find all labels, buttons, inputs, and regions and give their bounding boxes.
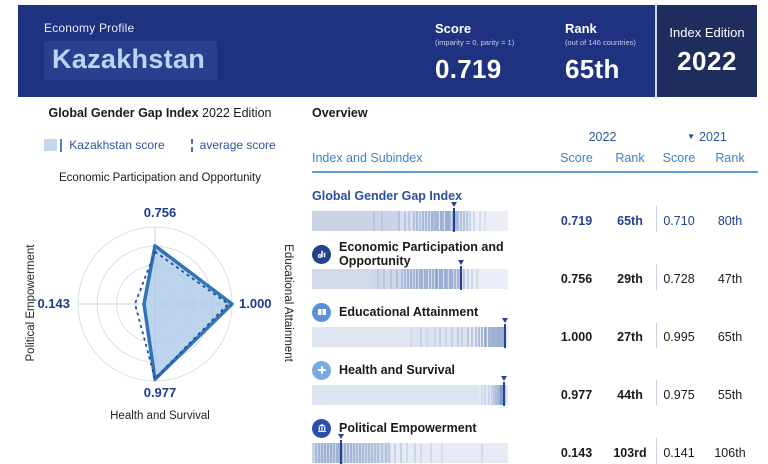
index-edition-box: Index Edition 2022 (655, 5, 757, 97)
year-header-row: 2022 ▼2021 (312, 130, 758, 144)
radar-axis-title-bottom: Health and Survival (20, 410, 300, 422)
column-header-score-2022: Score (549, 151, 604, 165)
sort-triangle-icon[interactable]: ▼ (687, 132, 695, 141)
rank-cell-2022: 29th (604, 269, 656, 289)
year-header-2021[interactable]: ▼2021 (656, 130, 758, 144)
row-label: Educational Attainment (339, 305, 478, 319)
edition-value: 2022 (677, 46, 737, 77)
rank-cell-2021: 80th (702, 211, 758, 231)
score-value: 0.719 (435, 54, 514, 85)
rank-cell-2021: 65th (702, 327, 758, 347)
economy-profile-label: Economy Profile (44, 21, 217, 35)
overview-panel: Overview 2022 ▼2021 Index and Subindex S… (312, 106, 758, 463)
education-icon (312, 303, 331, 322)
strip-plot (312, 443, 508, 463)
panel-title-rest: 2022 Edition (199, 106, 272, 120)
strip-plot (312, 269, 508, 289)
score-cell-2021: 0.141 (656, 443, 702, 463)
rank-value: 65th (565, 54, 636, 85)
legend-label: Kazakhstan score (69, 138, 164, 152)
country-name: Kazakhstan (44, 41, 217, 80)
score-cell-2022: 0.143 (549, 443, 604, 463)
rank-block: Rank (out of 146 countries) 65th (565, 21, 636, 85)
row-label: Economic Participation and Opportunity (339, 240, 549, 268)
health-icon (312, 361, 331, 380)
legend-item-kazakhstan: Kazakhstan score (44, 138, 164, 152)
strip-plot (312, 211, 508, 231)
column-header-rank-2021: Rank (702, 151, 758, 165)
score-cell-2021: 0.728 (656, 269, 702, 289)
score-cell-2022: 0.719 (549, 211, 604, 231)
header-banner: Economy Profile Kazakhstan Score (impari… (18, 5, 757, 97)
score-note: (imparity = 0, parity = 1) (435, 38, 514, 47)
panel-title-bold: Global Gender Gap Index (48, 106, 198, 120)
table-row-global-index: Global Gender Gap Index 0.719 65th 0.710… (312, 186, 758, 231)
rank-cell-2021: 47th (702, 269, 758, 289)
radar-axis-title-right: Educational Attainment (282, 183, 294, 423)
score-block: Score (imparity = 0, parity = 1) 0.719 (435, 21, 514, 85)
strip-plot (312, 327, 508, 347)
radar-chart: 0.756 1.000 0.977 0.143 Political Empowe… (20, 192, 300, 432)
rank-note: (out of 146 countries) (565, 38, 636, 47)
radar-axis-title-left: Political Empowerment (25, 183, 37, 423)
economy-icon (312, 245, 331, 264)
column-header-row: Index and Subindex Score Rank Score Rank (312, 151, 758, 165)
score-cell-2022: 0.977 (549, 385, 604, 405)
row-label: Global Gender Gap Index (312, 189, 462, 203)
score-cell-2022: 0.756 (549, 269, 604, 289)
kazakhstan-line-icon (60, 139, 62, 152)
edition-label: Index Edition (669, 25, 744, 40)
score-cell-2021: 0.975 (656, 385, 702, 405)
rank-cell-2021: 55th (702, 385, 758, 405)
column-header-score-2021: Score (656, 151, 702, 165)
rank-cell-2022: 103rd (604, 443, 656, 463)
rank-cell-2022: 27th (604, 327, 656, 347)
column-header-rank-2022: Rank (604, 151, 656, 165)
year-header-2022: 2022 (549, 130, 656, 144)
score-label: Score (435, 21, 514, 36)
radar-value-top: 0.756 (20, 205, 300, 220)
strip-plot (312, 385, 508, 405)
average-dashed-line-icon (191, 139, 193, 152)
panel-title: Global Gender Gap Index 2022 Edition (20, 106, 300, 120)
row-label: Political Empowerment (339, 421, 477, 435)
legend-label: average score (200, 138, 276, 152)
score-cell-2021: 0.995 (656, 327, 702, 347)
score-cell-2022: 1.000 (549, 327, 604, 347)
score-cell-2021: 0.710 (656, 211, 702, 231)
kazakhstan-swatch-icon (44, 139, 57, 151)
header-rule (312, 171, 758, 173)
radar-value-bottom: 0.977 (20, 385, 300, 400)
legend: Kazakhstan score average score (20, 138, 300, 152)
rank-label: Rank (565, 21, 636, 36)
row-label: Health and Survival (339, 363, 455, 377)
rank-cell-2022: 44th (604, 385, 656, 405)
rank-cell-2021: 106th (702, 443, 758, 463)
column-header-index: Index and Subindex (312, 151, 549, 165)
table-row-political: Political Empowerment 0.143 103rd 0.141 … (312, 418, 758, 463)
radar-value-right: 1.000 (239, 296, 272, 311)
politics-icon (312, 419, 331, 438)
legend-item-average: average score (191, 138, 276, 152)
table-row-health: Health and Survival 0.977 44th 0.975 55t… (312, 360, 758, 405)
radar-panel: Global Gender Gap Index 2022 Edition Kaz… (20, 106, 300, 432)
overview-title: Overview (312, 106, 758, 120)
table-row-education: Educational Attainment 1.000 27th 0.995 … (312, 302, 758, 347)
rank-cell-2022: 65th (604, 211, 656, 231)
radar-axis-title-top: Economic Participation and Opportunity (20, 172, 300, 184)
table-row-economic: Economic Participation and Opportunity 0… (312, 244, 758, 289)
